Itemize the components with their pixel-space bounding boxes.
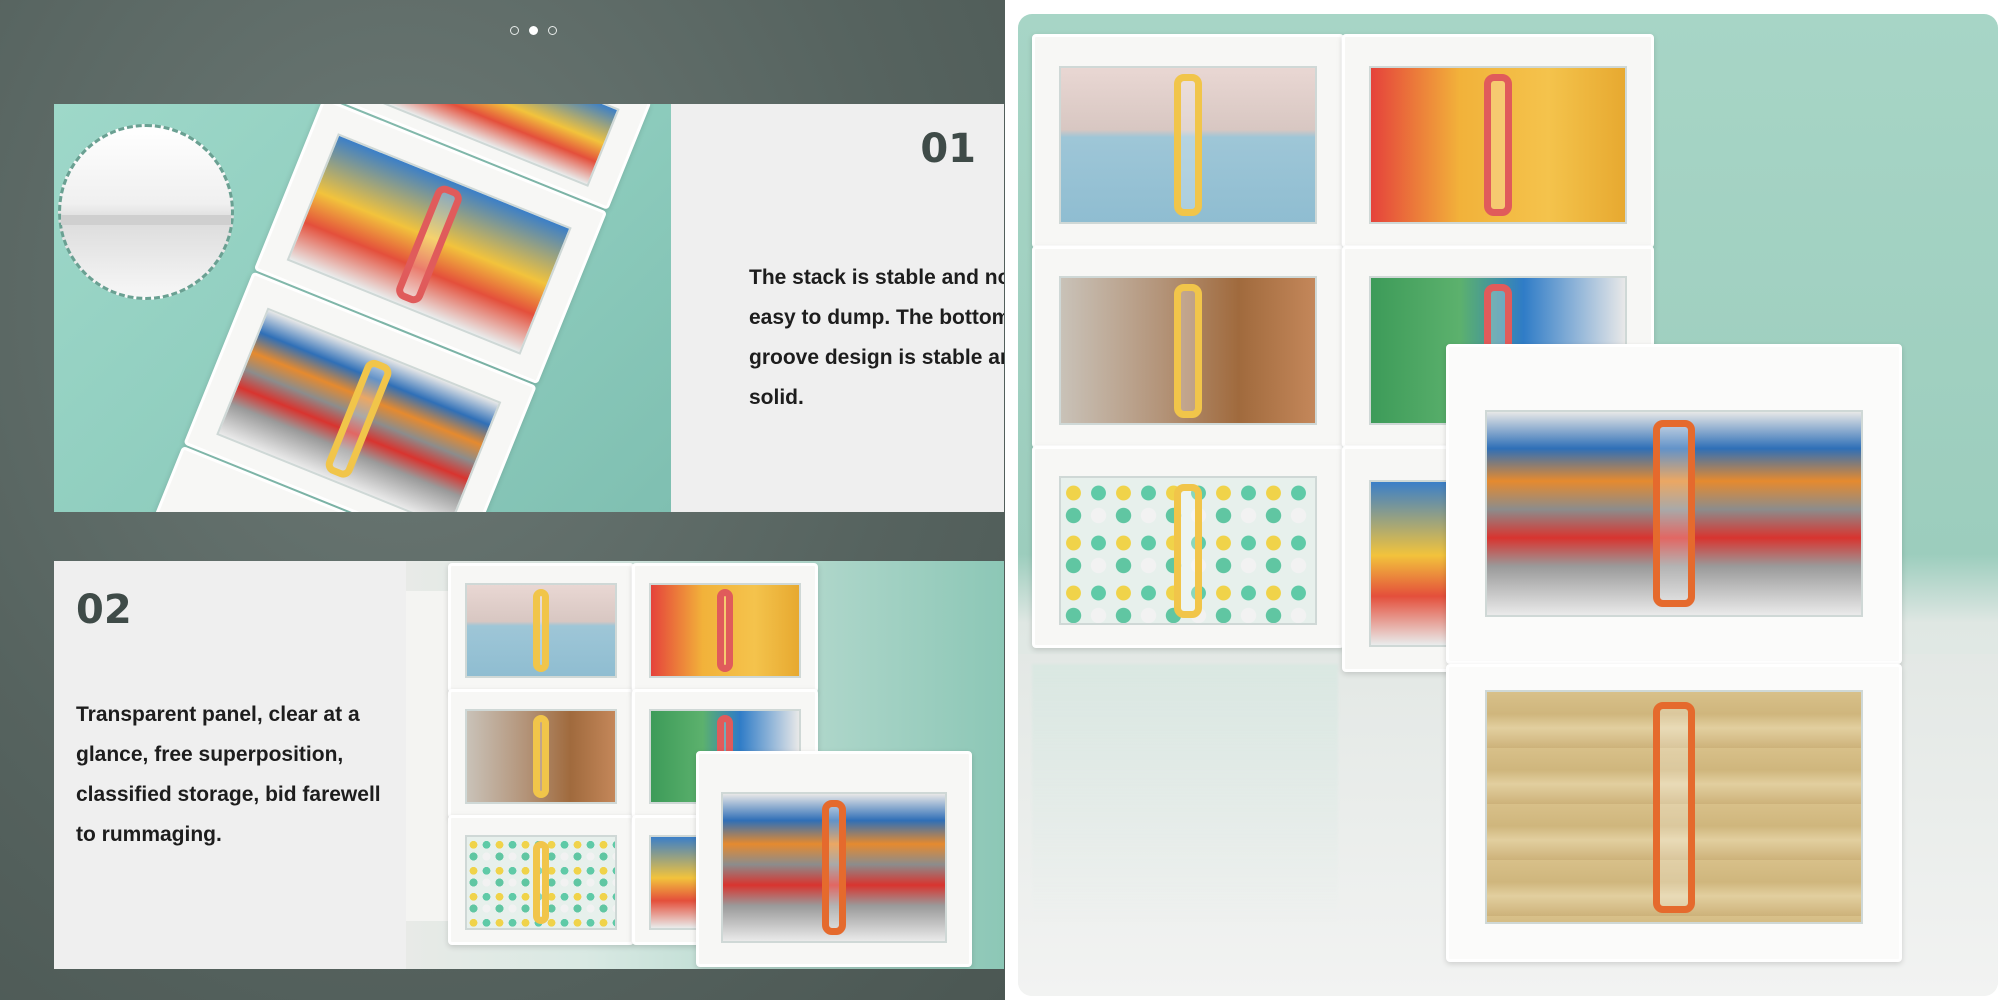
side-cabinet (406, 591, 451, 921)
feature-number: 02 (76, 587, 132, 633)
bottom-groove-zoom-bubble (58, 124, 234, 300)
feature-text-box: 01 The stack is stable and not easy to d… (671, 104, 1004, 512)
feature-card-01: 01 The stack is stable and not easy to d… (54, 104, 1004, 512)
feature-number: 01 (920, 126, 976, 172)
storage-box (1032, 446, 1344, 648)
carousel-dot-1[interactable] (510, 26, 519, 35)
stacked-boxes-closeup-image (54, 104, 671, 512)
storage-room-image (406, 561, 1004, 969)
storage-box (1342, 34, 1654, 248)
carousel-dot-3[interactable] (548, 26, 557, 35)
carousel-dot-2[interactable] (529, 26, 538, 35)
storage-box (632, 563, 818, 693)
left-feature-panel: 01 The stack is stable and not easy to d… (0, 0, 1005, 1000)
feature-text-box: 02 Transparent panel, clear at a glance,… (54, 561, 406, 969)
storage-box (448, 563, 634, 693)
feature-card-02: 02 Transparent panel, clear at a glance,… (54, 561, 1004, 969)
storage-box (448, 689, 634, 819)
storage-box (448, 815, 634, 945)
storage-box (1032, 34, 1344, 248)
carousel-dots (510, 26, 557, 35)
storage-box-front-top (1446, 344, 1902, 664)
feature-description: Transparent panel, clear at a glance, fr… (76, 703, 381, 846)
floor-reflection (1032, 664, 1338, 924)
product-hero-image (1018, 14, 1998, 996)
storage-box-front (696, 751, 972, 967)
storage-box-front-bottom (1446, 664, 1902, 962)
feature-description: The stack is stable and not easy to dump… (749, 266, 1004, 409)
storage-box (1032, 246, 1344, 448)
